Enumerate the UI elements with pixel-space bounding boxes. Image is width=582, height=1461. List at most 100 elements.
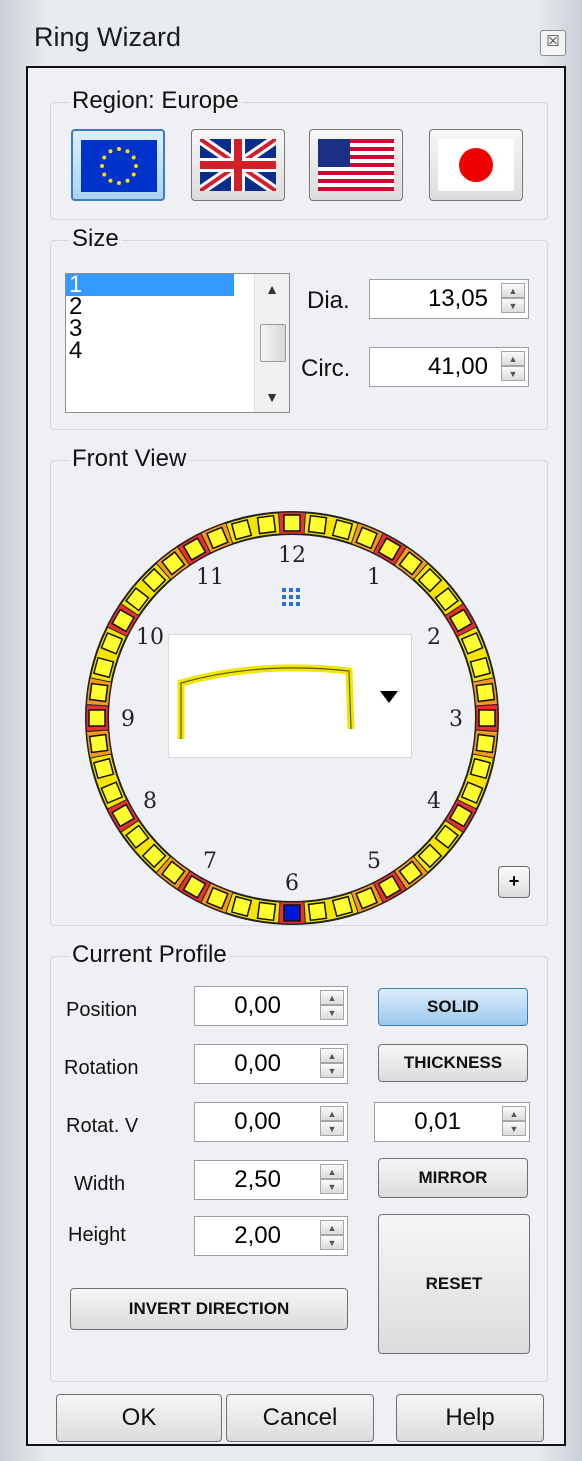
size-group: Size 1 2 3 4 ▲ ▼ Dia. 13,05 ▲ ▼ Circ. 41,…	[50, 225, 548, 430]
spin-up-icon[interactable]: ▲	[320, 1106, 344, 1121]
spin-up-icon[interactable]: ▲	[502, 1106, 526, 1121]
stone-icon	[469, 656, 492, 679]
spin-up-icon[interactable]: ▲	[501, 351, 525, 366]
rotat-v-label: Rotat. V	[66, 1115, 139, 1137]
dia-spinbox[interactable]: 13,05 ▲ ▼	[369, 279, 529, 319]
clock-number: 12	[278, 543, 306, 568]
grid-dots-icon	[289, 602, 293, 606]
eu-flag-button[interactable]	[71, 129, 165, 201]
mirror-button[interactable]: MIRROR	[378, 1158, 528, 1198]
spin-up-icon[interactable]: ▲	[320, 1164, 344, 1179]
spin-down-icon[interactable]: ▼	[320, 1121, 344, 1136]
width-label: Width	[74, 1173, 126, 1195]
grid-dots-icon	[289, 595, 293, 599]
width-spinbox[interactable]: 2,50 ▲ ▼	[194, 1160, 348, 1200]
clock-number: 10	[136, 625, 164, 650]
chevron-down-icon	[380, 691, 398, 703]
invert-direction-button[interactable]: INVERT DIRECTION	[70, 1288, 348, 1330]
clock-number: 7	[203, 849, 217, 874]
width-value[interactable]: 2,50	[195, 1161, 281, 1199]
stone-icon	[307, 901, 328, 922]
position-label: Position	[66, 999, 138, 1021]
help-button[interactable]: Help	[396, 1394, 544, 1442]
spin-up-icon[interactable]: ▲	[320, 990, 344, 1005]
stone-icon	[331, 895, 354, 918]
dia-label: Dia.	[307, 287, 350, 314]
ok-button[interactable]: OK	[56, 1394, 222, 1442]
list-scrollbar[interactable]: ▲ ▼	[254, 274, 289, 412]
spin-down-icon[interactable]: ▼	[320, 1179, 344, 1194]
list-item[interactable]: 2	[66, 295, 234, 319]
ring-wizard-window: Ring Wizard ☒ Region: Europe Size 1 2 3 …	[0, 0, 582, 1461]
stone-icon	[283, 514, 301, 532]
grid-dots-icon	[296, 595, 300, 599]
thickness-value[interactable]: 0,01	[375, 1103, 461, 1141]
height-label: Height	[68, 1224, 126, 1246]
add-button[interactable]: +	[498, 866, 530, 898]
reset-button[interactable]: RESET	[378, 1214, 530, 1354]
size-label: Size	[69, 225, 122, 253]
clock-number: 6	[285, 871, 299, 896]
circ-value[interactable]: 41,00	[370, 348, 488, 386]
stone-icon	[92, 656, 115, 679]
region-label: Region: Europe	[69, 87, 242, 115]
list-item[interactable]: 1	[66, 273, 234, 297]
scroll-up-icon[interactable]: ▲	[255, 276, 289, 302]
list-item[interactable]: 3	[66, 317, 234, 341]
spin-down-icon[interactable]: ▼	[502, 1121, 526, 1136]
clock-number: 1	[367, 565, 381, 590]
grid-dots-icon	[282, 602, 286, 606]
spin-down-icon[interactable]: ▼	[501, 366, 525, 381]
height-spinbox[interactable]: 2,00 ▲ ▼	[194, 1216, 348, 1256]
position-value[interactable]: 0,00	[195, 987, 281, 1025]
thickness-spinbox[interactable]: 0,01 ▲ ▼	[374, 1102, 530, 1142]
stone-icon	[475, 733, 496, 754]
spin-down-icon[interactable]: ▼	[501, 298, 525, 313]
thickness-button[interactable]: THICKNESS	[378, 1044, 528, 1082]
uk-flag-button[interactable]	[191, 129, 285, 201]
selected-stone-icon	[283, 904, 301, 922]
stone-icon	[256, 901, 277, 922]
rotation-spinbox[interactable]: 0,00 ▲ ▼	[194, 1044, 348, 1084]
dia-value[interactable]: 13,05	[370, 280, 488, 318]
rotation-label: Rotation	[64, 1057, 139, 1079]
spin-up-icon[interactable]: ▲	[501, 283, 525, 298]
list-item[interactable]: 4	[66, 339, 234, 363]
stone-icon	[307, 514, 328, 535]
profile-shape-panel[interactable]	[168, 634, 412, 758]
spin-down-icon[interactable]: ▼	[320, 1005, 344, 1020]
size-list[interactable]: 1 2 3 4 ▲ ▼	[65, 273, 290, 413]
spin-down-icon[interactable]: ▼	[320, 1063, 344, 1078]
clock-number: 2	[427, 625, 441, 650]
close-button[interactable]: ☒	[540, 30, 566, 56]
japan-flag-button[interactable]	[429, 129, 523, 201]
stone-icon	[230, 895, 253, 918]
position-spinbox[interactable]: 0,00 ▲ ▼	[194, 986, 348, 1026]
spin-up-icon[interactable]: ▲	[320, 1220, 344, 1235]
rotation-value[interactable]: 0,00	[195, 1045, 281, 1083]
clock-number: 8	[143, 789, 157, 814]
spin-down-icon[interactable]: ▼	[320, 1235, 344, 1250]
stone-icon	[88, 733, 109, 754]
scroll-down-icon[interactable]: ▼	[255, 384, 289, 410]
height-value[interactable]: 2,00	[195, 1217, 281, 1255]
arch-profile-icon	[177, 664, 398, 739]
stone-icon	[469, 757, 492, 780]
eu-flag-icon	[81, 140, 157, 192]
spin-up-icon[interactable]: ▲	[320, 1048, 344, 1063]
rotat-v-value[interactable]: 0,00	[195, 1103, 281, 1141]
rotat-v-spinbox[interactable]: 0,00 ▲ ▼	[194, 1102, 348, 1142]
stone-icon	[478, 709, 496, 727]
uk-flag-icon	[200, 139, 276, 191]
cancel-button[interactable]: Cancel	[226, 1394, 374, 1442]
us-flag-icon	[318, 139, 394, 191]
grid-dots-icon	[282, 595, 286, 599]
circ-spinbox[interactable]: 41,00 ▲ ▼	[369, 347, 529, 387]
solid-button[interactable]: SOLID	[378, 988, 528, 1026]
us-flag-button[interactable]	[309, 129, 403, 201]
dialog-body: Region: Europe Size 1 2 3 4 ▲ ▼ Dia. 13,…	[26, 66, 566, 1446]
region-group: Region: Europe	[50, 87, 548, 220]
scroll-thumb[interactable]	[260, 324, 286, 362]
clock-number: 4	[427, 789, 441, 814]
stone-icon	[331, 518, 354, 541]
